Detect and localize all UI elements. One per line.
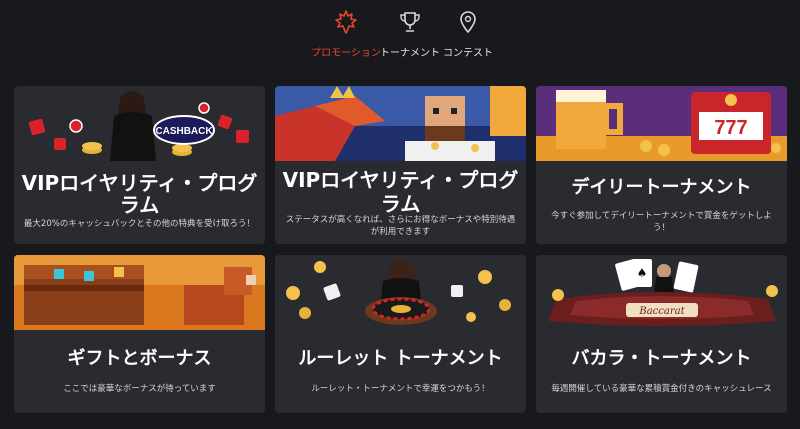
cashback-badge-text: CASHBACK: [155, 126, 213, 137]
card-title: VIPロイヤリティ・プログラム: [21, 171, 258, 217]
card-description: ステータスが高くなれば、さらにお得なボーナスや特別待遇が利用できます: [285, 215, 516, 237]
promo-card-daily-tournament[interactable]: 777 デイリートーナメント 今すぐ参加してデイリートーナメントで賞金をゲットし…: [536, 86, 787, 244]
card-title: VIPロイヤリティ・プログラム: [282, 168, 519, 216]
card-title: ルーレット トーナメント: [298, 348, 503, 369]
tab-tournaments[interactable]: トーナメント: [380, 8, 440, 64]
card-description: 毎週開催している豪華な累積賞金付きのキャッシュレース: [551, 384, 772, 394]
trophy-icon: [396, 8, 424, 36]
roulette-banner-image: [275, 255, 526, 330]
card-description: ルーレット・トーナメントで幸運をつかもう！: [311, 384, 490, 394]
baccarat-badge-text: Baccarat: [638, 306, 685, 317]
baccarat-banner-image: ♠ Baccarat: [536, 255, 787, 330]
vip-king-banner-image: [275, 86, 526, 161]
tab-contests[interactable]: コンテスト: [440, 8, 496, 64]
card-title: デイリートーナメント: [571, 177, 752, 198]
tab-label: トーナメント: [380, 48, 440, 59]
card-description: 最大20%のキャッシュバックとその他の特典を受け取ろう！: [23, 219, 256, 229]
map-pin-icon: [454, 8, 482, 36]
svg-text:♠: ♠: [637, 266, 648, 280]
maple-leaf-icon: [332, 8, 360, 36]
tab-label: プロモーション: [311, 48, 381, 59]
promo-card-gifts-bonuses[interactable]: ギフトとボーナス ここでは豪華なボーナスが待っています: [14, 255, 265, 413]
cashback-banner-image: CASHBACK: [14, 86, 265, 161]
slot-machine-banner-image: 777: [536, 86, 787, 161]
tab-label: コンテスト: [443, 48, 493, 59]
promo-tabs: プロモーション トーナメント コンテスト: [0, 8, 800, 68]
promo-card-vip-status[interactable]: VIPロイヤリティ・プログラム ステータスが高くなれば、さらにお得なボーナスや特…: [275, 86, 526, 244]
treasure-chest-banner-image: [14, 255, 265, 330]
slot-reels-text: 777: [714, 117, 747, 139]
promo-card-roulette-tournament[interactable]: ルーレット トーナメント ルーレット・トーナメントで幸運をつかもう！: [275, 255, 526, 413]
card-description: ここでは豪華なボーナスが待っています: [63, 384, 216, 394]
card-title: ギフトとボーナス: [67, 348, 212, 369]
card-title: バカラ・トーナメント: [571, 348, 752, 369]
promo-card-vip-cashback[interactable]: CASHBACK VIPロイヤリティ・プログラム 最大20%のキャッシュバックと…: [14, 86, 265, 244]
promo-card-baccarat-tournament[interactable]: ♠ Baccarat バカラ・トーナメント 毎週開催している豪華な累積賞金付きの…: [536, 255, 787, 413]
card-description: 今すぐ参加してデイリートーナメントで賞金をゲットしよう！: [551, 211, 772, 233]
tab-promotions[interactable]: プロモーション: [306, 8, 386, 64]
